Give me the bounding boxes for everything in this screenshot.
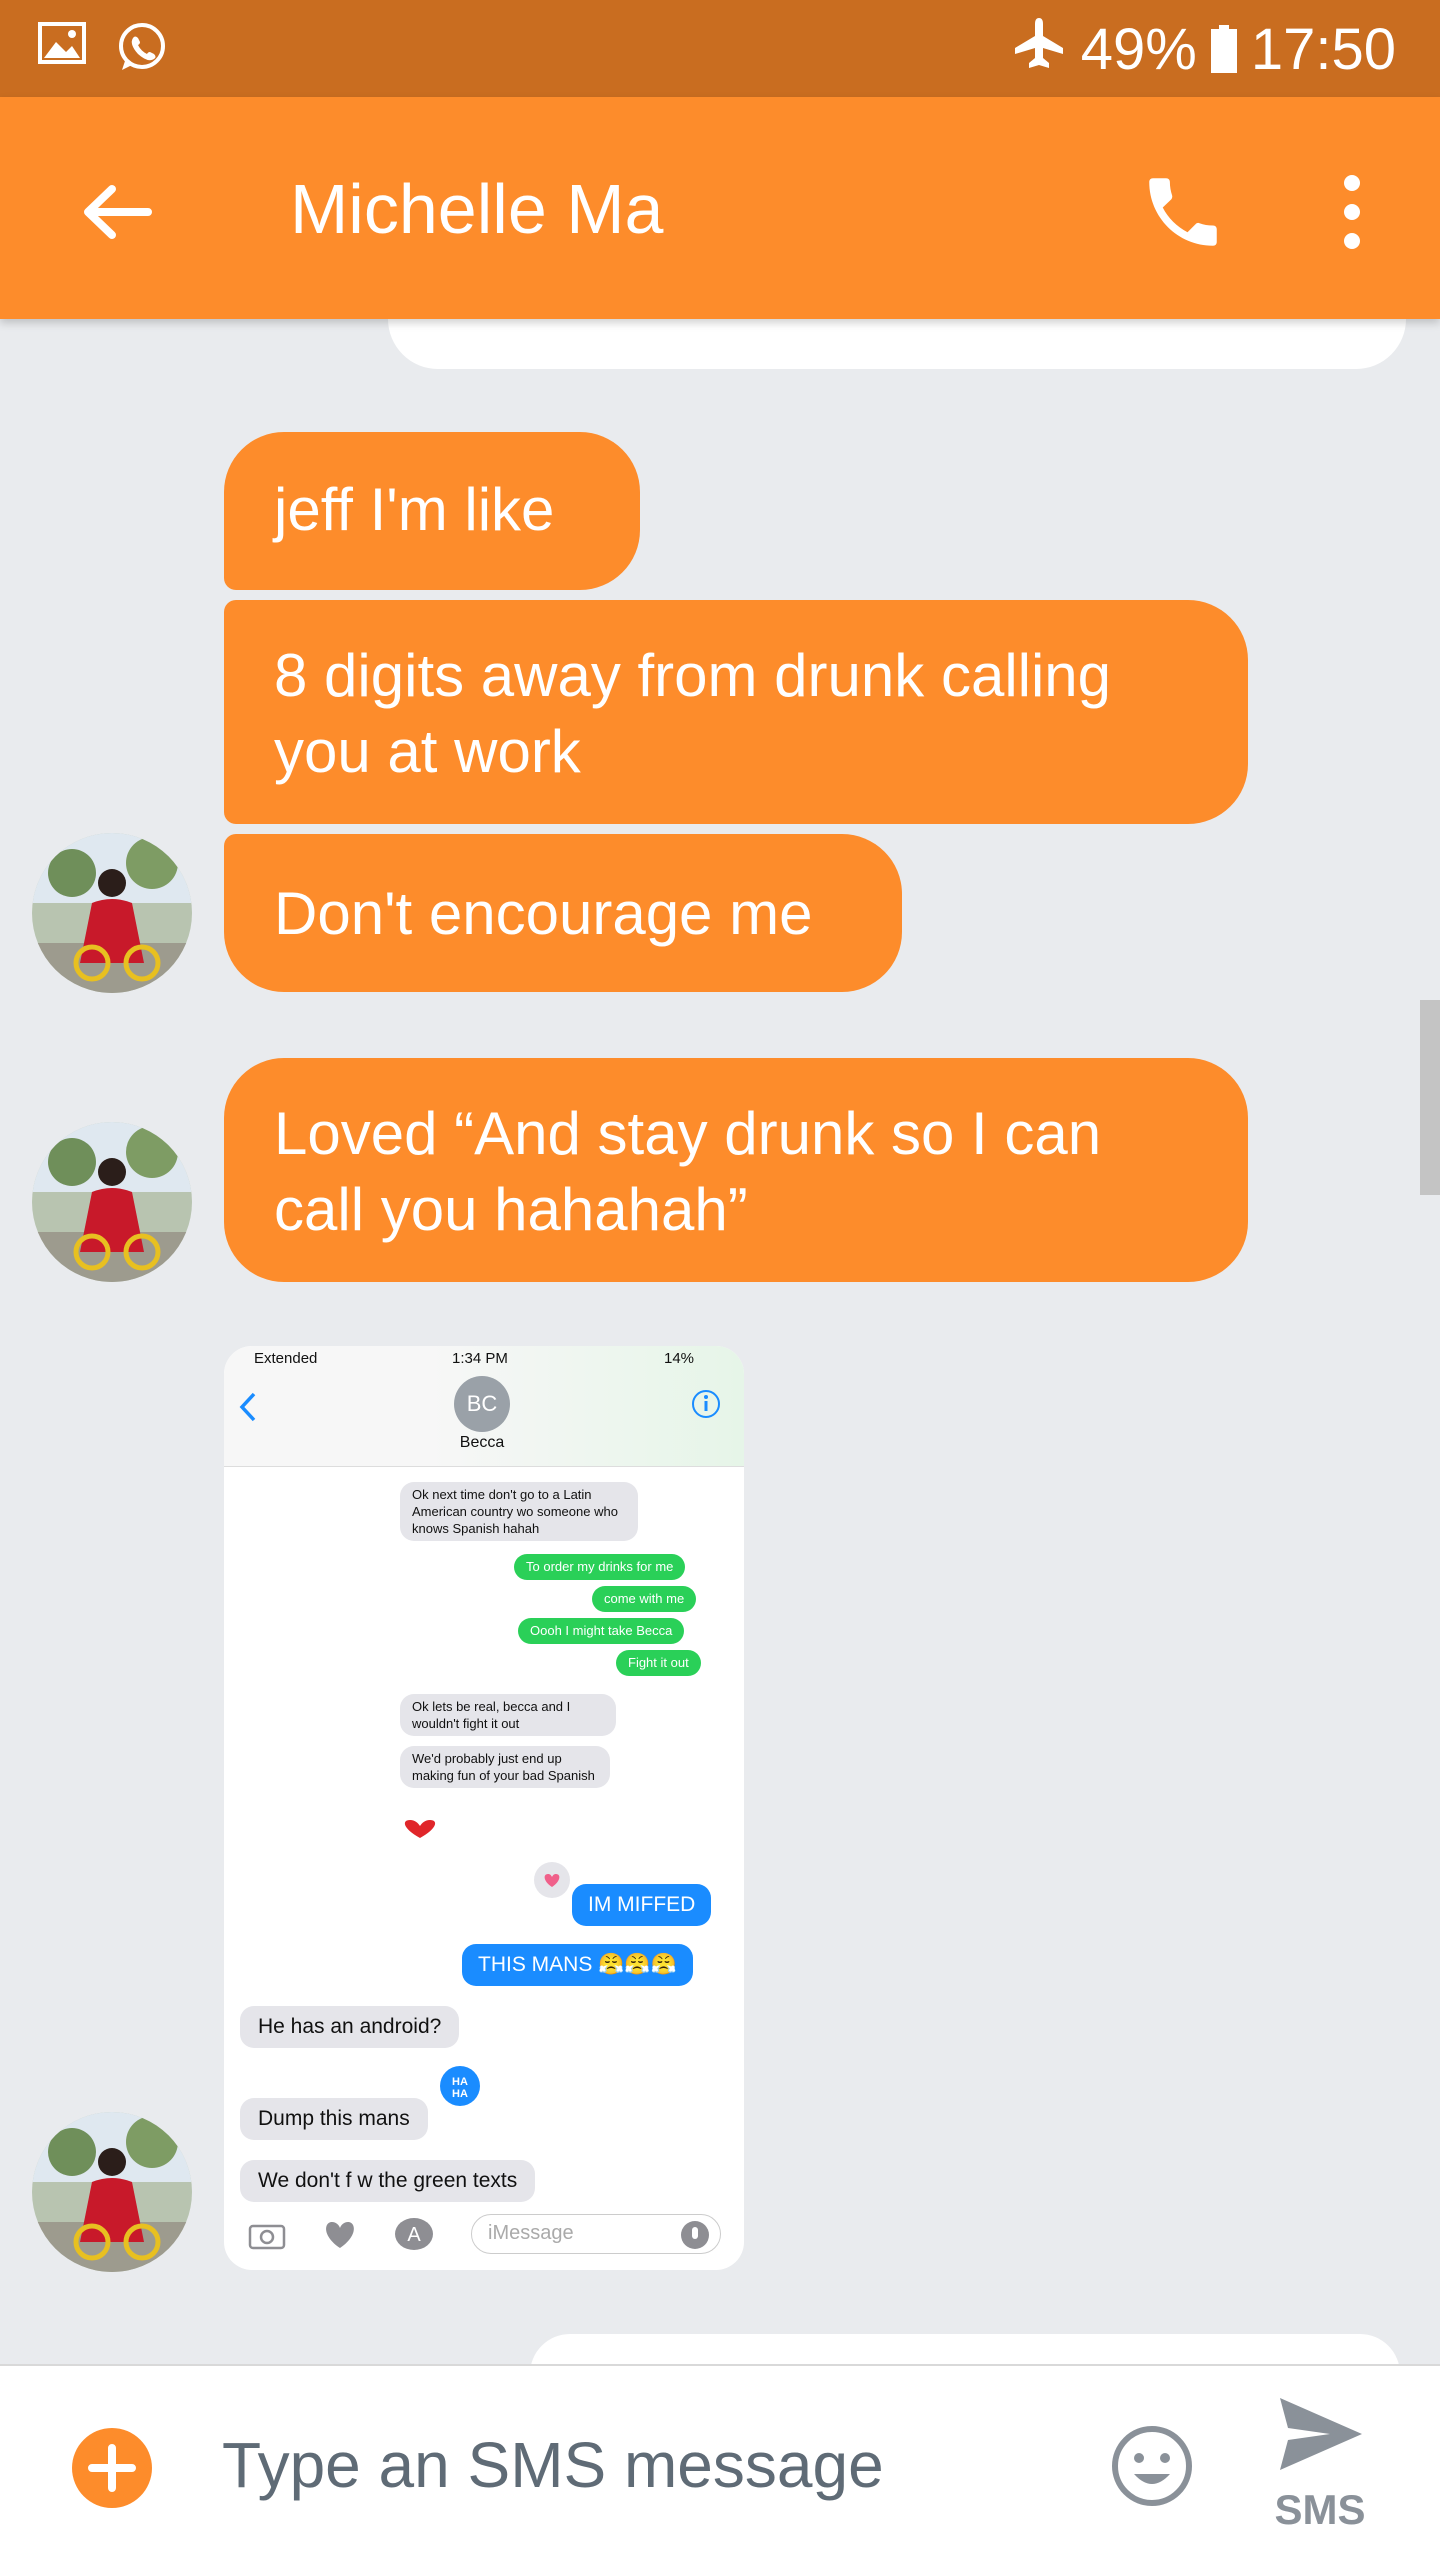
- ios-message-bubble: Dump this mans: [240, 2098, 428, 2140]
- ios-message-bubble: He has an android?: [240, 2006, 460, 2048]
- ios-input-placeholder: iMessage: [488, 2222, 574, 2244]
- ios-contact-name: Becca: [459, 1434, 505, 1451]
- ios-carrier: Extended: [254, 1350, 318, 1367]
- add-attachment-button[interactable]: [72, 2428, 152, 2508]
- ios-message-bubble: come with me: [592, 1586, 697, 1612]
- plus-icon: [88, 2444, 136, 2492]
- ios-battery: 14%: [664, 1350, 695, 1367]
- love-tapback-icon: [530, 1860, 574, 1909]
- back-arrow-icon[interactable]: [70, 167, 160, 257]
- more-vert-icon[interactable]: [1322, 167, 1382, 257]
- message-bubble[interactable]: jeff I'm like: [224, 432, 640, 590]
- message-text: jeff I'm like: [274, 476, 555, 543]
- contact-avatar[interactable]: [32, 833, 192, 993]
- svg-text:HA: HA: [452, 2088, 468, 2100]
- app-bar: Michelle Ma: [0, 97, 1440, 319]
- heart-reaction-icon: [398, 1818, 442, 1845]
- ios-message-bubble: Ok next time don't go to a Latin America…: [400, 1482, 638, 1541]
- phone-icon[interactable]: [1138, 167, 1228, 257]
- message-bubble[interactable]: Don't encourage me: [224, 834, 902, 992]
- gallery-icon: [38, 22, 86, 79]
- message-bubble[interactable]: Loved “And stay drunk so I can call you …: [224, 1058, 1248, 1282]
- whatsapp-icon: [116, 22, 168, 79]
- svg-text:HA: HA: [452, 2076, 468, 2088]
- ios-info-icon: [690, 1388, 722, 1425]
- ios-message-bubble: We don't f w the green texts: [240, 2160, 536, 2202]
- image-attachment[interactable]: Extended 1:34 PM 14% BC Becca Ok next ti…: [224, 1346, 744, 2270]
- ios-contact-avatar: BC: [454, 1376, 510, 1432]
- ios-camera-icon: [248, 2220, 286, 2255]
- battery-percent: 49%: [1080, 16, 1197, 82]
- send-icon: [1280, 2398, 1362, 2470]
- ios-app-store-icon: A: [394, 2216, 434, 2257]
- ios-message-bubble: To order my drinks for me: [514, 1554, 686, 1580]
- ios-back-chevron-icon: [238, 1390, 258, 1429]
- previous-message-bubble-edge: [388, 319, 1406, 369]
- ios-status-bar: Extended 1:34 PM 14%: [224, 1346, 744, 1368]
- contact-avatar[interactable]: [32, 2112, 192, 2272]
- contact-avatar[interactable]: [32, 1122, 192, 1282]
- ios-message-bubble: Fight it out: [616, 1650, 701, 1676]
- ios-mic-icon: [680, 2220, 710, 2255]
- ios-time: 1:34 PM: [452, 1350, 508, 1367]
- clock: 17:50: [1250, 16, 1396, 82]
- airplane-mode-icon: [1011, 14, 1067, 84]
- send-label: SMS: [1274, 2486, 1366, 2533]
- message-text: 8 digits away from drunk calling you at …: [274, 642, 1112, 785]
- sms-message-input[interactable]: Type an SMS message: [222, 2420, 1042, 2510]
- ios-message-bubble: Ok lets be real, becca and I wouldn't fi…: [400, 1694, 616, 1736]
- message-text: Loved “And stay drunk so I can call you …: [274, 1100, 1102, 1243]
- message-bubble[interactable]: 8 digits away from drunk calling you at …: [224, 600, 1248, 824]
- message-text: Don't encourage me: [274, 880, 813, 947]
- ios-message-bubble: THIS MANS 😤😤😤: [462, 1944, 693, 1986]
- ios-message-bubble: We'd probably just end up making fun of …: [400, 1746, 610, 1788]
- ios-message-bubble: IM MIFFED: [572, 1884, 712, 1926]
- ios-digital-touch-icon: [320, 2218, 360, 2255]
- svg-text:A: A: [407, 2224, 421, 2246]
- scrollbar-thumb[interactable]: [1420, 1000, 1440, 1195]
- status-bar: 49% 17:50: [0, 0, 1440, 97]
- emoji-icon[interactable]: [1110, 2424, 1194, 2508]
- battery-icon: [1210, 25, 1237, 73]
- sms-input-placeholder: Type an SMS message: [222, 2429, 884, 2501]
- haha-tapback-icon: HA HA: [438, 2064, 482, 2113]
- ios-message-bubble: Oooh I might take Becca: [518, 1618, 685, 1644]
- send-sms-button[interactable]: SMS: [1270, 2390, 1370, 2540]
- contact-name: Michelle Ma: [290, 170, 664, 248]
